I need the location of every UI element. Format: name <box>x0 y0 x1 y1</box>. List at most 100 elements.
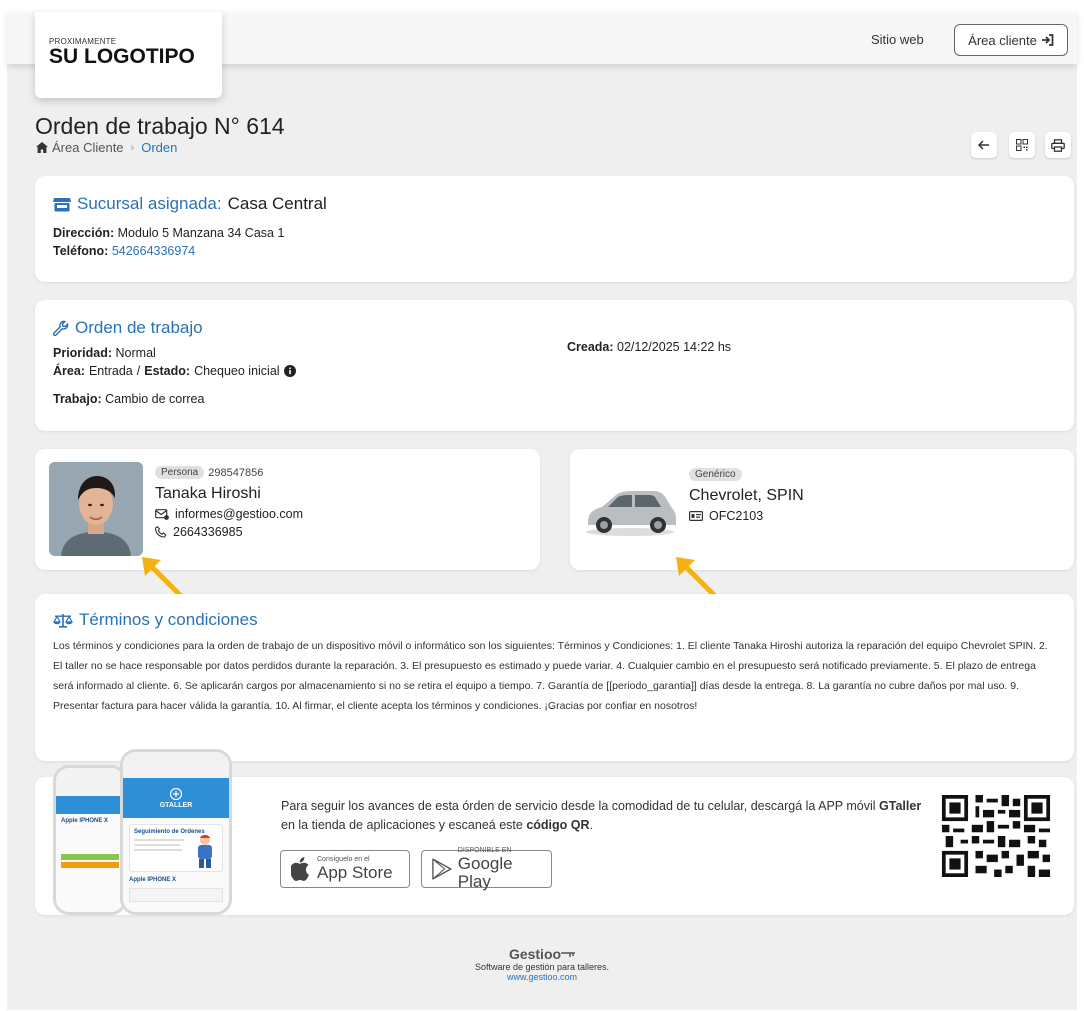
terms-title-label: Términos y condiciones <box>79 610 258 629</box>
vehicle-plate: OFC2103 <box>709 509 764 523</box>
store-icon <box>53 197 71 211</box>
key-icon <box>561 952 576 957</box>
phone-icon <box>155 526 167 538</box>
client-card: Persona 298547856 Tanaka Hiroshi informe… <box>35 449 540 570</box>
branch-phone: Teléfono: 542664336974 <box>53 244 1056 258</box>
qr-code-image[interactable] <box>941 795 1051 877</box>
app-promo-text-end: . <box>589 818 593 832</box>
client-area-label: Área cliente <box>968 32 1037 48</box>
vehicle-info: Genérico Chevrolet, SPIN OFC2103 <box>689 466 804 523</box>
print-button[interactable] <box>1045 132 1071 158</box>
info-icon[interactable] <box>283 365 296 377</box>
address-label: Dirección: <box>53 226 115 240</box>
arrow-left-icon <box>978 140 989 150</box>
order-area-state: Área: Entrada / Estado: Chequeo inicial <box>53 364 1056 378</box>
order-created: Creada: 02/12/2025 14:22 hs <box>567 340 731 354</box>
phone-mockup-left: Apple IPHONE X <box>53 765 127 915</box>
area-value: Entrada <box>88 364 133 378</box>
vehicle-name: Chevrolet, SPIN <box>689 487 804 504</box>
app-promo-card: Apple IPHONE X GTALLER Seguimiento de Or… <box>35 749 1074 915</box>
priority-label: Prioridad: <box>53 346 113 360</box>
branch-card: Sucursal asignada: Casa Central Direcció… <box>35 176 1074 282</box>
license-plate-icon <box>689 511 703 521</box>
logo-title: SU LOGOTIPO <box>49 45 195 68</box>
home-icon[interactable] <box>36 142 48 153</box>
app-store-big-label: App Store <box>317 863 393 882</box>
branch-title: Sucursal asignada: Casa Central <box>53 194 1056 214</box>
phone-right-item: Apple IPHONE X <box>129 877 177 883</box>
client-name: Tanaka Hiroshi <box>155 485 261 502</box>
vehicle-type-badge: Genérico <box>689 468 742 481</box>
order-card: Orden de trabajo Prioridad: Normal Área:… <box>35 300 1074 431</box>
order-title: Orden de trabajo <box>53 318 1056 338</box>
vehicle-plate-row: OFC2103 <box>689 509 804 523</box>
app-promo-text-before: Para seguir los avances de esta órden de… <box>281 799 880 813</box>
client-phone[interactable]: 2664336985 <box>173 525 243 539</box>
terms-title: Términos y condiciones <box>53 610 1056 630</box>
app-promo-text-middle: en la tienda de aplicaciones y escaneá e… <box>281 818 527 832</box>
work-value: Cambio de correa <box>105 392 205 406</box>
phone-link[interactable]: 542664336974 <box>112 244 195 258</box>
app-store-button[interactable]: Consíguelo en el App Store <box>280 850 410 888</box>
state-label: Estado: <box>144 364 191 378</box>
footer-link[interactable]: www.gestioo.com <box>0 972 1084 982</box>
client-phone-row: 2664336985 <box>155 525 303 539</box>
email-icon <box>155 508 169 520</box>
qr-code-icon <box>1016 139 1028 151</box>
client-id-row: Persona 298547856 <box>155 466 303 479</box>
breadcrumb-separator: › <box>130 141 135 154</box>
area-label: Área: <box>53 364 85 378</box>
breadcrumb: Área Cliente › Orden <box>36 140 177 155</box>
google-play-button[interactable]: DISPONIBLE EN Google Play <box>421 847 552 891</box>
car-icon <box>586 491 676 536</box>
person-avatar-icon <box>49 462 143 556</box>
printer-icon <box>1051 138 1065 152</box>
phone-label: Teléfono: <box>53 244 109 258</box>
back-button[interactable] <box>971 132 997 158</box>
branch-label: Sucursal asignada: <box>77 194 222 213</box>
google-play-icon <box>432 858 452 880</box>
client-email-row: informes@gestioo.com <box>155 507 303 521</box>
footer-brand-label: Gestioo <box>508 946 562 962</box>
client-id: 298547856 <box>208 466 264 479</box>
breadcrumb-client-area[interactable]: Área Cliente <box>52 140 124 155</box>
address-value: Modulo 5 Manzana 34 Casa 1 <box>117 226 285 240</box>
priority-value: Normal <box>115 346 156 360</box>
state-value: Chequeo inicial <box>194 364 280 378</box>
login-icon <box>1041 34 1054 46</box>
website-link[interactable]: Sitio web <box>871 32 924 47</box>
client-area-button[interactable]: Área cliente <box>954 24 1068 56</box>
order-work: Trabajo: Cambio de correa <box>53 392 1056 406</box>
area-state-separator: / <box>136 364 141 378</box>
footer-subtitle: Software de gestión para talleres. <box>474 962 610 972</box>
created-value: 02/12/2025 14:22 hs <box>617 340 732 354</box>
phone-mockup-right: GTALLER Seguimiento de Ordenes Apple IPH… <box>120 749 232 915</box>
apple-icon <box>291 857 309 881</box>
branch-address: Dirección: Modulo 5 Manzana 34 Casa 1 <box>53 226 1056 240</box>
app-name: GTaller <box>879 799 922 813</box>
branch-name: Casa Central <box>227 194 327 213</box>
page-title: Orden de trabajo N° 614 <box>35 113 285 139</box>
work-label: Trabajo: <box>53 392 102 406</box>
client-type-badge: Persona <box>155 466 205 479</box>
logo[interactable]: PROXIMAMENTE SU LOGOTIPO <box>35 12 222 98</box>
google-play-big-label: Google Play <box>457 854 513 891</box>
phone-left-title: Apple IPHONE X <box>61 818 109 824</box>
gtaller-logo-icon <box>169 787 183 800</box>
qr-button[interactable] <box>1009 132 1035 158</box>
qr-label: código QR <box>526 818 590 832</box>
created-label: Creada: <box>567 340 614 354</box>
app-promo-text: Para seguir los avances de esta órden de… <box>281 797 931 835</box>
terms-text: Los términos y condiciones para la orden… <box>53 640 1048 712</box>
phone-brand: GTALLER <box>159 801 193 809</box>
terms-card: Términos y condiciones Los términos y co… <box>35 594 1074 761</box>
order-priority: Prioridad: Normal <box>53 346 1056 360</box>
scale-icon <box>53 613 73 628</box>
client-email[interactable]: informes@gestioo.com <box>175 507 303 521</box>
breadcrumb-order[interactable]: Orden <box>141 140 177 155</box>
mechanic-illustration-icon <box>198 835 212 868</box>
wrench-icon <box>53 320 69 336</box>
order-title-label: Orden de trabajo <box>75 318 203 337</box>
client-info: Persona 298547856 Tanaka Hiroshi informe… <box>155 466 303 539</box>
footer-brand[interactable]: Gestioo <box>0 946 1084 962</box>
